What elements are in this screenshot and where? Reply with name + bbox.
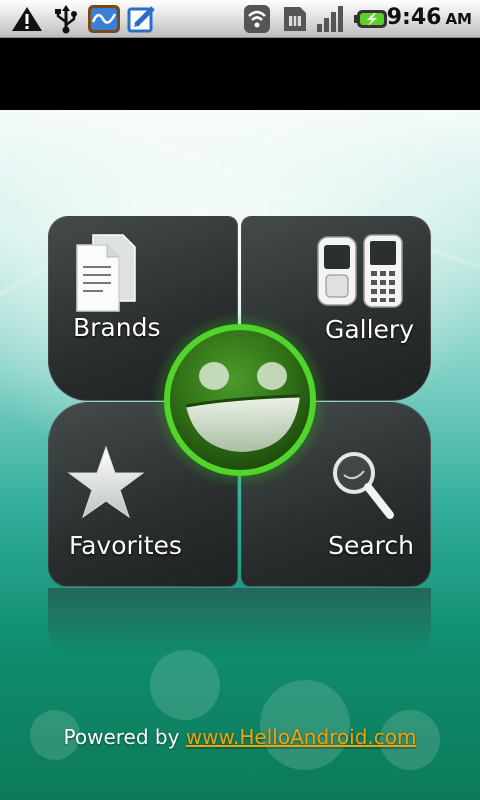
signal-icon[interactable] [316, 4, 348, 34]
warning-icon[interactable] [10, 4, 44, 34]
light-ray [0, 110, 223, 170]
footer-prefix: Powered by [63, 725, 186, 749]
magnifier-icon [333, 452, 394, 519]
tile-label: Gallery [324, 315, 414, 344]
clock-ampm: AM [445, 10, 472, 28]
tile-label: Brands [73, 313, 161, 342]
usb-icon[interactable] [50, 4, 82, 34]
wifi-icon[interactable] [243, 4, 271, 34]
tile-label: Search [328, 531, 414, 560]
clock-time: 9:46 [386, 5, 442, 30]
status-bar: 9:46 AM [0, 0, 480, 38]
main-content: Brands Gallery Favorites Search Powered … [0, 110, 480, 800]
phones-icon [317, 234, 403, 308]
documents-icon [76, 234, 136, 312]
smiley-logo-icon[interactable] [150, 310, 330, 490]
sim-icon[interactable] [281, 4, 309, 34]
tiles-reflection [48, 588, 431, 658]
edit-notification-icon[interactable] [126, 4, 158, 34]
footer-powered-by: Powered by www.HelloAndroid.com [0, 725, 480, 749]
helloandroid-link[interactable]: www.HelloAndroid.com [186, 725, 417, 749]
title-bar [0, 38, 480, 110]
app-notification-icon[interactable] [86, 4, 122, 34]
bokeh-circle [150, 650, 220, 720]
clock: 9:46 AM [387, 5, 472, 33]
battery-icon[interactable] [354, 4, 390, 34]
star-icon [67, 445, 145, 519]
tile-label: Favorites [69, 531, 182, 560]
